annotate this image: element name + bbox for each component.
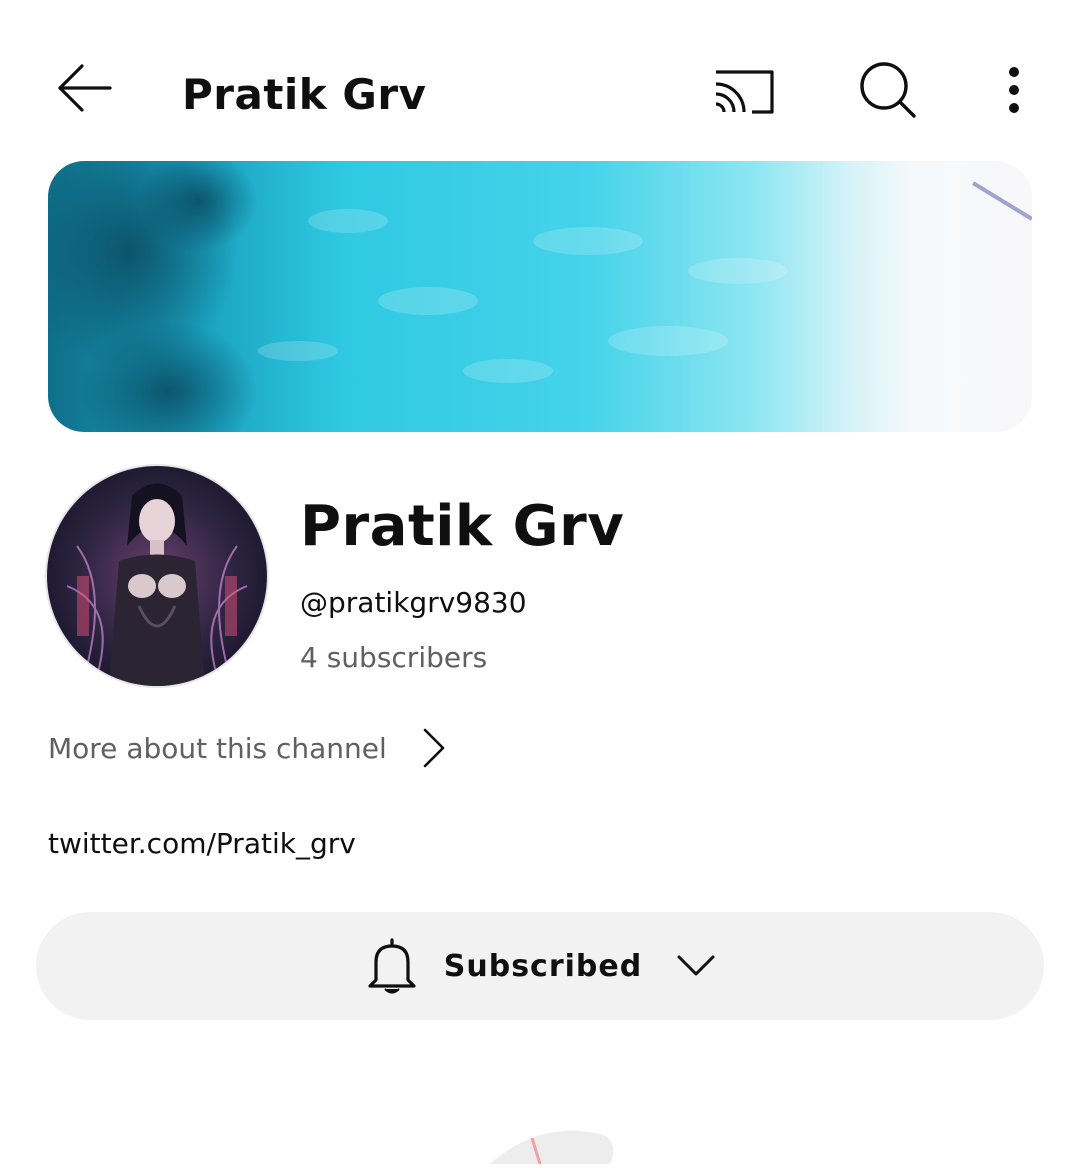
more-about-label: More about this channel <box>48 731 387 765</box>
cast-icon <box>715 70 774 114</box>
decorative-shape <box>470 1120 630 1165</box>
cast-button[interactable] <box>708 60 780 120</box>
bell-icon <box>368 938 416 994</box>
more-vertical-icon <box>1009 67 1019 113</box>
subscribed-label: Subscribed <box>443 948 643 984</box>
channel-handle: @pratikgrv9830 <box>300 586 527 619</box>
channel-name: Pratik Grv <box>300 494 625 559</box>
channel-external-link[interactable]: twitter.com/Pratik_grv <box>48 824 356 864</box>
search-button[interactable] <box>854 56 922 124</box>
chevron-right-icon <box>423 728 445 768</box>
subscriber-count: 4 subscribers <box>300 641 488 674</box>
subscribed-button[interactable]: Subscribed <box>36 912 1044 1020</box>
channel-banner <box>48 161 1032 432</box>
page-title: Pratik Grv <box>182 70 427 119</box>
channel-avatar[interactable] <box>47 466 267 686</box>
arrow-left-icon <box>58 64 112 112</box>
search-icon <box>860 62 916 118</box>
more-options-button[interactable] <box>994 60 1034 120</box>
back-button[interactable] <box>52 58 118 118</box>
chevron-down-icon <box>677 955 715 976</box>
more-about-channel-link[interactable]: More about this channel <box>48 722 468 774</box>
